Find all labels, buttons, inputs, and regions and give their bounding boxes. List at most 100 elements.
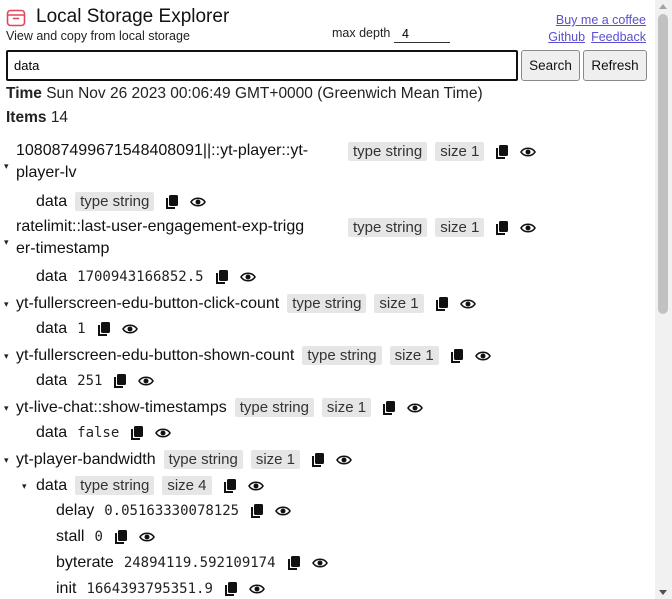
- eye-icon[interactable]: [248, 581, 265, 597]
- data-label: data: [36, 268, 68, 285]
- caret-down-icon[interactable]: ▾: [22, 482, 30, 491]
- field-value: 0.05163330078125: [104, 503, 240, 519]
- time-value: Sun Nov 26 2023 00:06:49 GMT+0000 (Green…: [46, 85, 483, 102]
- eye-icon[interactable]: [138, 373, 155, 389]
- entry-row[interactable]: ▾ yt-player-bandwidth type string size 1: [0, 450, 352, 469]
- main-scroll-area: Local Storage Explorer View and copy fro…: [0, 0, 655, 599]
- copy-icon[interactable]: [129, 425, 145, 441]
- copy-icon[interactable]: [381, 400, 397, 416]
- entry-meta: type string size 1: [340, 218, 537, 237]
- buy-me-a-coffee-link[interactable]: Buy me a coffee: [556, 13, 646, 27]
- eye-icon[interactable]: [190, 194, 207, 210]
- field-label: byterate: [56, 554, 114, 571]
- entry-key: yt-fullerscreen-edu-button-click-count: [16, 294, 280, 312]
- entry-key: ratelimit::last-user-engagement-exp-trig…: [16, 218, 305, 235]
- data-row: init 1664393795351.9: [56, 580, 265, 598]
- type-badge: type string: [302, 346, 382, 365]
- caret-down-icon[interactable]: ▾: [4, 456, 12, 465]
- app-title: Local Storage Explorer: [36, 6, 230, 27]
- entry-row[interactable]: ▾ 1080874996715484080​91||::yt-player::y…: [0, 142, 340, 182]
- entry-key-continued: er-timestamp: [16, 240, 110, 257]
- eye-icon[interactable]: [311, 555, 328, 571]
- eye-icon[interactable]: [407, 400, 424, 416]
- copy-icon[interactable]: [434, 296, 450, 312]
- scrollbar-thumb[interactable]: [658, 14, 668, 314]
- copy-icon[interactable]: [494, 144, 510, 160]
- size-badge: size 1: [374, 294, 424, 313]
- caret-down-icon[interactable]: ▾: [4, 352, 12, 361]
- eye-icon[interactable]: [336, 452, 352, 468]
- field-label: init: [56, 580, 77, 597]
- data-value: 1: [77, 321, 86, 337]
- type-badge: type string: [234, 398, 314, 417]
- data-row: byterate 24894119.592109174: [56, 554, 328, 572]
- entry-key: yt-fullerscreen-edu-button-shown-count: [16, 346, 295, 364]
- eye-icon[interactable]: [155, 425, 172, 441]
- data-label: data: [36, 424, 68, 441]
- data-row: delay 0.05163330078125: [56, 502, 292, 520]
- field-value: 24894119.592109174: [123, 555, 276, 571]
- items-value: 14: [50, 109, 69, 126]
- data-row: data false: [36, 424, 172, 442]
- refresh-button[interactable]: Refresh: [583, 50, 647, 81]
- type-badge: type string: [75, 476, 155, 495]
- copy-icon[interactable]: [214, 269, 230, 285]
- caret-down-icon[interactable]: ▾: [4, 300, 12, 309]
- eye-icon[interactable]: [138, 529, 155, 545]
- eye-icon[interactable]: [520, 144, 537, 160]
- eye-icon[interactable]: [275, 503, 292, 519]
- caret-down-icon[interactable]: ▾: [4, 238, 12, 247]
- copy-icon[interactable]: [96, 321, 112, 337]
- eye-icon[interactable]: [474, 348, 491, 364]
- caret-down-icon[interactable]: ▾: [4, 162, 12, 171]
- entry-row[interactable]: ▾ yt-fullerscreen-edu-button-click-count…: [0, 294, 476, 313]
- scroll-down-arrow-icon[interactable]: [659, 590, 667, 595]
- search-row: Search Refresh: [6, 50, 648, 81]
- data-row: data type string: [36, 192, 207, 211]
- data-value: type string: [75, 192, 155, 211]
- data-row[interactable]: ▾ data type string size 4: [20, 476, 264, 495]
- data-label: data: [36, 476, 68, 494]
- entry-row[interactable]: ▾ yt-live-chat::show-timestamps type str…: [0, 398, 424, 417]
- copy-icon[interactable]: [164, 194, 180, 210]
- copy-icon[interactable]: [249, 503, 265, 519]
- caret-down-icon[interactable]: ▾: [4, 404, 12, 413]
- scroll-up-arrow-icon[interactable]: [659, 4, 667, 9]
- vertical-scrollbar[interactable]: [655, 0, 672, 599]
- eye-icon[interactable]: [520, 220, 537, 236]
- entry-key: 1080874996715484080​91||::yt-player::yt-: [16, 142, 309, 159]
- type-badge: type string: [348, 218, 428, 237]
- copy-icon[interactable]: [223, 581, 239, 597]
- data-value: false: [77, 425, 120, 441]
- eye-icon[interactable]: [121, 321, 138, 337]
- copy-icon[interactable]: [113, 529, 129, 545]
- type-badge: type string: [348, 142, 428, 161]
- data-label: data: [36, 320, 68, 337]
- field-label: delay: [56, 502, 95, 519]
- data-row: data 1: [36, 320, 138, 338]
- max-depth-input[interactable]: [394, 25, 450, 43]
- copy-icon[interactable]: [112, 373, 128, 389]
- size-badge: size 1: [435, 142, 485, 161]
- eye-icon[interactable]: [239, 269, 256, 285]
- copy-icon[interactable]: [286, 555, 302, 571]
- eye-icon[interactable]: [247, 478, 264, 494]
- eye-icon[interactable]: [459, 296, 476, 312]
- github-link[interactable]: Github: [548, 30, 585, 44]
- copy-icon[interactable]: [310, 452, 326, 468]
- header-links: Buy me a coffee Github Feedback: [542, 12, 646, 46]
- search-button[interactable]: Search: [521, 50, 580, 81]
- entry-row[interactable]: ▾ yt-fullerscreen-edu-button-shown-count…: [0, 346, 491, 365]
- copy-icon[interactable]: [449, 348, 465, 364]
- search-input[interactable]: [6, 50, 518, 81]
- size-badge: size 4: [162, 476, 212, 495]
- app-subtitle: View and copy from local storage: [6, 29, 190, 43]
- feedback-link[interactable]: Feedback: [591, 30, 646, 44]
- entry-row[interactable]: ▾ ratelimit::last-user-engagement-exp-tr…: [0, 218, 340, 258]
- entry-key: yt-player-bandwidth: [16, 450, 156, 468]
- items-label: Items: [6, 109, 47, 126]
- data-row: data 251: [36, 372, 155, 390]
- copy-icon[interactable]: [494, 220, 510, 236]
- copy-icon[interactable]: [222, 478, 238, 494]
- time-row: Time Sun Nov 26 2023 00:06:49 GMT+0000 (…: [6, 85, 483, 103]
